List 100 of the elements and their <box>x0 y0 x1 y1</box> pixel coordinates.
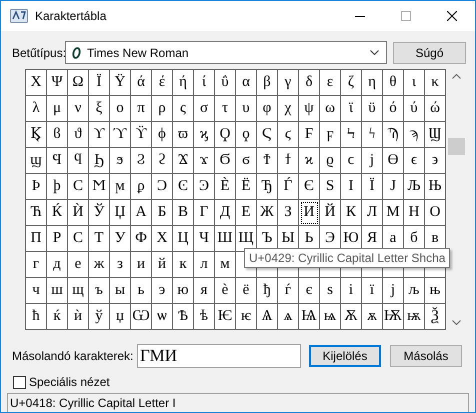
character-cell[interactable]: Ѭ <box>383 304 404 330</box>
character-cell[interactable]: Ѥ <box>215 304 236 330</box>
character-cell[interactable]: С <box>68 226 89 252</box>
character-cell[interactable]: γ <box>278 70 299 96</box>
character-cell[interactable]: О <box>425 200 446 226</box>
character-cell[interactable]: ϩ <box>152 148 173 174</box>
character-cell[interactable]: Ѓ <box>278 174 299 200</box>
character-cell[interactable]: ϥ <box>68 148 89 174</box>
scroll-up-icon[interactable] <box>452 74 461 79</box>
character-cell[interactable]: ј <box>383 278 404 304</box>
character-cell[interactable]: ϊ <box>341 96 362 122</box>
character-cell[interactable]: Ϝ <box>299 122 320 148</box>
character-cell[interactable]: д <box>47 252 68 278</box>
character-cell[interactable]: ѧ <box>278 304 299 330</box>
character-cell[interactable]: π <box>131 96 152 122</box>
character-cell[interactable]: ћ <box>26 304 47 330</box>
character-cell[interactable]: θ <box>383 70 404 96</box>
character-cell[interactable]: ϶ <box>425 148 446 174</box>
character-cell[interactable]: ϓ <box>110 122 131 148</box>
character-cell[interactable]: З <box>278 200 299 226</box>
character-cell[interactable]: ь <box>131 278 152 304</box>
font-dropdown[interactable]: Times New Roman <box>65 41 387 64</box>
character-cell[interactable]: λ <box>26 96 47 122</box>
character-cell[interactable]: ѓ <box>278 278 299 304</box>
character-cell[interactable]: ϋ <box>362 96 383 122</box>
character-cell[interactable]: Ϙ <box>215 122 236 148</box>
character-cell[interactable]: я <box>194 278 215 304</box>
character-cell[interactable]: ϙ <box>236 122 257 148</box>
character-cell[interactable]: ϼ <box>131 174 152 200</box>
character-cell[interactable]: Ψ <box>47 70 68 96</box>
character-cell[interactable]: υ <box>236 96 257 122</box>
character-cell[interactable]: ϳ <box>362 148 383 174</box>
character-cell[interactable]: ќ <box>47 304 68 330</box>
character-cell[interactable]: Ї <box>362 174 383 200</box>
character-cell[interactable]: й <box>152 252 173 278</box>
character-cell[interactable]: Ϡ <box>383 122 404 148</box>
character-cell[interactable]: δ <box>299 70 320 96</box>
character-cell[interactable]: Ѝ <box>68 200 89 226</box>
character-cell[interactable]: Ѕ <box>320 174 341 200</box>
character-cell[interactable]: К <box>341 200 362 226</box>
character-cell[interactable]: ή <box>173 70 194 96</box>
character-cell[interactable]: ϔ <box>131 122 152 148</box>
character-cell[interactable]: Ω <box>68 70 89 96</box>
character-cell[interactable]: Ϧ <box>89 148 110 174</box>
character-cell[interactable]: є <box>299 278 320 304</box>
character-cell[interactable]: Ѩ <box>299 304 320 330</box>
character-cell[interactable]: з <box>110 252 131 278</box>
character-cell[interactable]: ά <box>131 70 152 96</box>
character-cell[interactable]: ч <box>26 278 47 304</box>
character-cell[interactable]: Χ <box>26 70 47 96</box>
character-cell[interactable]: И <box>299 200 320 226</box>
character-cell[interactable]: Ѣ <box>173 304 194 330</box>
action-button[interactable]: Másolás <box>390 345 462 367</box>
character-cell[interactable]: Ђ <box>257 174 278 200</box>
character-cell[interactable]: Г <box>194 200 215 226</box>
character-cell[interactable]: Б <box>152 200 173 226</box>
character-cell[interactable]: ϕ <box>152 122 173 148</box>
character-cell[interactable]: ω <box>320 96 341 122</box>
character-cell[interactable]: ς <box>173 96 194 122</box>
character-cell[interactable]: Ё <box>236 174 257 200</box>
character-cell[interactable]: ϟ <box>362 122 383 148</box>
character-cell[interactable]: Ш <box>215 226 236 252</box>
character-cell[interactable]: к <box>173 252 194 278</box>
character-cell[interactable]: Ͻ <box>152 174 173 200</box>
character-cell[interactable]: э <box>152 278 173 304</box>
character-cell[interactable]: Ў <box>89 200 110 226</box>
character-cell[interactable]: ъ <box>89 278 110 304</box>
copy-input-field[interactable]: ГМИ <box>137 344 301 368</box>
character-cell[interactable]: ѫ <box>362 304 383 330</box>
character-cell[interactable]: κ <box>425 70 446 96</box>
character-cell[interactable]: Ϫ <box>173 148 194 174</box>
character-cell[interactable]: ы <box>110 278 131 304</box>
character-cell[interactable]: ϧ <box>110 148 131 174</box>
character-cell[interactable]: ϗ <box>194 122 215 148</box>
character-cell[interactable]: Ч <box>194 226 215 252</box>
character-cell[interactable]: Є <box>299 174 320 200</box>
character-cell[interactable]: Ј <box>383 174 404 200</box>
scroll-thumb[interactable] <box>448 138 465 155</box>
character-cell[interactable]: ρ <box>152 96 173 122</box>
character-cell[interactable]: ϡ <box>404 122 425 148</box>
character-cell[interactable]: І <box>341 174 362 200</box>
character-cell[interactable]: Ѯ <box>425 304 446 330</box>
advanced-view-checkbox[interactable] <box>13 376 26 388</box>
character-cell[interactable]: ξ <box>89 96 110 122</box>
character-cell[interactable]: ϖ <box>173 122 194 148</box>
character-cell[interactable]: ϸ <box>47 174 68 200</box>
character-cell[interactable]: Ϩ <box>131 148 152 174</box>
character-cell[interactable]: ё <box>236 278 257 304</box>
character-cell[interactable]: ϒ <box>89 122 110 148</box>
character-cell[interactable]: г <box>26 252 47 278</box>
scroll-down-icon[interactable] <box>452 320 461 325</box>
character-cell[interactable]: Ϭ <box>215 148 236 174</box>
character-cell[interactable]: љ <box>404 278 425 304</box>
character-cell[interactable]: Ͽ <box>194 174 215 200</box>
character-cell[interactable]: щ <box>68 278 89 304</box>
character-cell[interactable]: ї <box>362 278 383 304</box>
character-cell[interactable]: ϑ <box>68 122 89 148</box>
character-cell[interactable]: ж <box>89 252 110 278</box>
character-cell[interactable]: Ћ <box>26 200 47 226</box>
character-cell[interactable]: ϱ <box>320 148 341 174</box>
